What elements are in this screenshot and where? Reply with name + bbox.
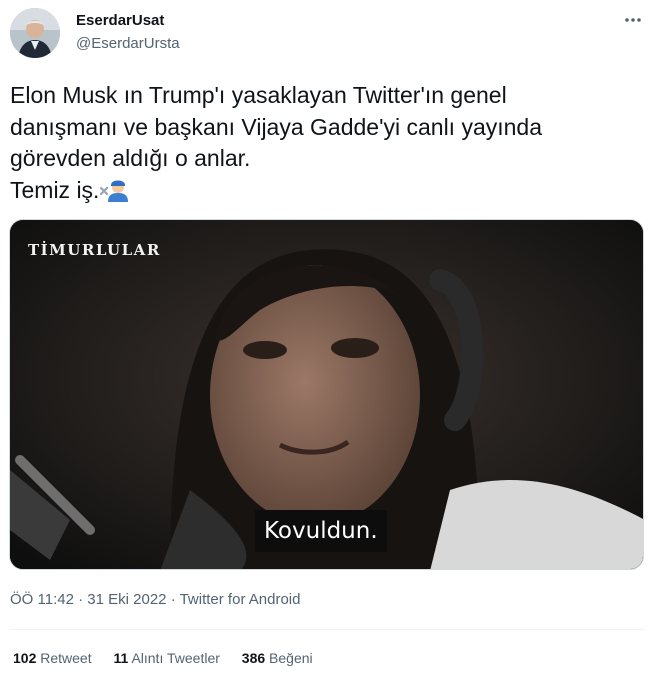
user-handle[interactable]: @EserdarUrsta <box>76 35 180 52</box>
video-player[interactable]: TİMURLULAR Kovuldun. <box>9 219 644 570</box>
video-watermark: TİMURLULAR <box>28 241 161 259</box>
retweets-label: Retweet <box>40 650 92 666</box>
quote-tweets-label: Alıntı Tweetler <box>131 650 220 666</box>
tweet-header: EserdarUsat @EserdarUrsta <box>0 0 659 70</box>
tweet-text-line: görevden aldığı o anlar. <box>10 145 251 171</box>
tweet-text-line: Temiz iş. <box>10 175 630 207</box>
avatar[interactable] <box>10 8 60 58</box>
likes-count: 386 <box>241 650 266 666</box>
quote-tweets-stat[interactable]: 11 Alıntı Tweetler <box>114 650 220 666</box>
video-subtitle: Kovuldun. <box>255 510 387 552</box>
likes-label: Beğeni <box>269 650 313 666</box>
tweet-text: Elon Musk ın Trump'ı yasaklayan Twitter'… <box>10 80 630 206</box>
retweets-stat[interactable]: 102 Retweet <box>13 650 92 666</box>
divider <box>10 629 645 630</box>
tweet-text-fragment: Temiz iş. <box>10 176 100 203</box>
more-dots-icon[interactable] <box>621 8 645 32</box>
tweet-date[interactable]: 31 Eki 2022 <box>87 591 166 608</box>
meta-separator: · <box>78 591 84 608</box>
display-name[interactable]: EserdarUsat <box>76 12 164 29</box>
mechanic-emoji-icon <box>99 176 129 202</box>
tweet-text-line: Elon Musk ın Trump'ı yasaklayan Twitter'… <box>10 82 507 108</box>
retweets-count: 102 <box>13 650 37 666</box>
meta-separator: · <box>170 591 176 608</box>
likes-stat[interactable]: 386 Beğeni <box>242 650 313 666</box>
tweet-source-link[interactable]: Twitter for Android <box>180 591 301 608</box>
quote-tweets-count: 11 <box>113 650 129 666</box>
tweet-meta: ÖÖ 11:42 · 31 Eki 2022 · Twitter for And… <box>10 591 300 608</box>
tweet-time[interactable]: ÖÖ 11:42 <box>10 591 74 608</box>
tweet-text-line: danışmanı ve başkanı Vijaya Gadde'yi can… <box>10 113 543 140</box>
tweet-stats: 102 Retweet 11 Alıntı Tweetler 386 Beğen… <box>13 650 331 666</box>
